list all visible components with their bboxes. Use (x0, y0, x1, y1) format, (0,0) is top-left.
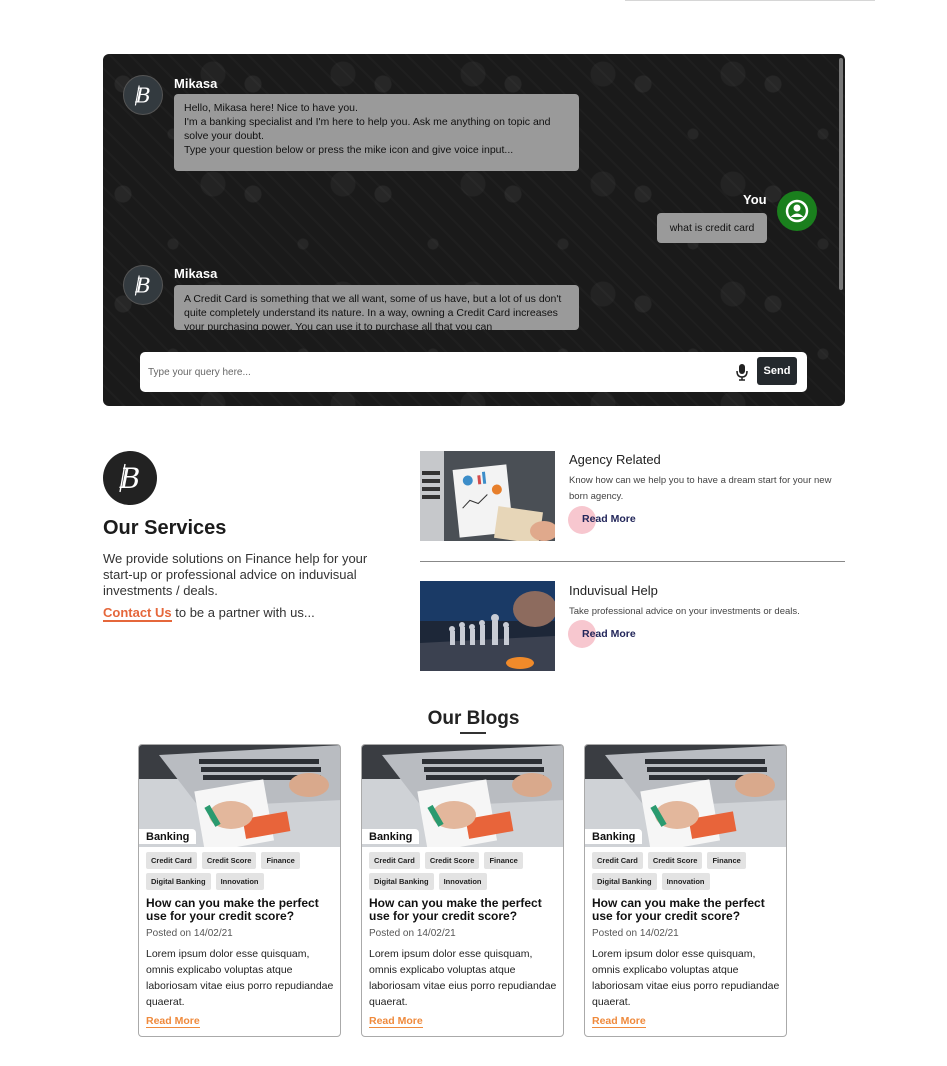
blog-tag[interactable]: Finance (484, 852, 523, 869)
b-logo-icon: B (123, 265, 163, 305)
blogs-title: Our Blogs (427, 708, 520, 729)
b-logo-icon: B (123, 75, 163, 115)
contact-suffix: to be a partner with us... (171, 605, 315, 620)
user-message-bubble: what is credit card (657, 213, 767, 243)
blog-read-more-link[interactable]: Read More (369, 1015, 423, 1028)
message-sender: Mikasa (174, 76, 218, 91)
services-divider (420, 561, 845, 562)
blog-category: Banking (585, 829, 643, 844)
blog-date: Posted on 14/02/21 (592, 928, 679, 939)
microphone-icon[interactable] (735, 363, 749, 381)
message-sender: You (743, 192, 767, 207)
blog-tag[interactable]: Finance (261, 852, 300, 869)
blog-excerpt: Lorem ipsum dolor esse quisquam, omnis e… (592, 948, 780, 1008)
blog-read-more-link[interactable]: Read More (146, 1015, 200, 1028)
blog-tags: Credit Card Credit Score Finance Digital… (592, 852, 782, 890)
blog-card[interactable]: Banking Credit Card Credit Score Finance… (584, 744, 787, 1037)
blog-tag[interactable]: Credit Card (369, 852, 420, 869)
chatbot-panel: B Mikasa Hello, Mikasa here! Nice to hav… (103, 54, 845, 406)
message-text: Hello, Mikasa here! Nice to have you. I'… (184, 102, 551, 156)
bot-message-bubble: A Credit Card is something that we all w… (174, 285, 579, 330)
blog-excerpt: Lorem ipsum dolor esse quisquam, omnis e… (146, 948, 334, 1008)
contact-us-link[interactable]: Contact Us (103, 605, 172, 622)
message-sender: Mikasa (174, 266, 218, 281)
blog-tag[interactable]: Credit Score (424, 852, 480, 869)
blogs-title-underline (460, 732, 486, 734)
send-button[interactable]: Send (757, 357, 797, 385)
bot-message-bubble: Hello, Mikasa here! Nice to have you. I'… (174, 94, 579, 171)
blog-tags: Credit Card Credit Score Finance Digital… (146, 852, 336, 890)
services-description: We provide solutions on Finance help for… (103, 551, 368, 598)
blog-tag[interactable]: Digital Banking (592, 873, 657, 890)
blog-tag[interactable]: Credit Score (647, 852, 703, 869)
chat-input-bar: Send (140, 352, 807, 392)
chat-scrollbar[interactable] (839, 58, 843, 290)
blog-date: Posted on 14/02/21 (146, 928, 233, 939)
blog-tag[interactable]: Digital Banking (369, 873, 434, 890)
blog-tag[interactable]: Credit Card (146, 852, 197, 869)
blog-category: Banking (362, 829, 420, 844)
blog-tag[interactable]: Innovation (661, 873, 710, 890)
blog-excerpt: Lorem ipsum dolor esse quisquam, omnis e… (369, 948, 557, 1008)
user-circle-icon (777, 191, 817, 231)
service-read-more-link[interactable]: Read More (582, 513, 636, 525)
blog-tag[interactable]: Innovation (438, 873, 487, 890)
service-card-title: Induvisual Help (569, 583, 658, 598)
blog-title: How can you make the perfect use for you… (592, 896, 765, 923)
blog-tag[interactable]: Credit Card (592, 852, 643, 869)
top-divider (625, 0, 875, 1)
blog-tag[interactable]: Digital Banking (146, 873, 211, 890)
blog-title: How can you make the perfect use for you… (146, 896, 319, 923)
service-card-title: Agency Related (569, 452, 661, 467)
chess-image (420, 581, 555, 671)
b-logo-icon: B (103, 451, 157, 505)
blog-tag[interactable]: Credit Score (201, 852, 257, 869)
message-text: A Credit Card is something that we all w… (184, 293, 562, 330)
blog-tag[interactable]: Finance (707, 852, 746, 869)
blog-title: How can you make the perfect use for you… (369, 896, 542, 923)
message-text: what is credit card (669, 222, 755, 234)
blog-category: Banking (139, 829, 197, 844)
query-input[interactable] (148, 362, 718, 382)
agency-image (420, 451, 555, 541)
blog-tags: Credit Card Credit Score Finance Digital… (369, 852, 559, 890)
service-card-text: Know how can we help you to have a dream… (569, 475, 832, 502)
service-card-text: Take professional advice on your investm… (569, 606, 800, 617)
service-read-more-link[interactable]: Read More (582, 628, 636, 640)
blog-read-more-link[interactable]: Read More (592, 1015, 646, 1028)
blog-card[interactable]: Banking Credit Card Credit Score Finance… (361, 744, 564, 1037)
services-title: Our Services (103, 517, 227, 539)
blog-card[interactable]: Banking Credit Card Credit Score Finance… (138, 744, 341, 1037)
services-contact: Contact Us to be a partner with us... (103, 605, 315, 622)
blog-tag[interactable]: Innovation (215, 873, 264, 890)
blog-date: Posted on 14/02/21 (369, 928, 456, 939)
